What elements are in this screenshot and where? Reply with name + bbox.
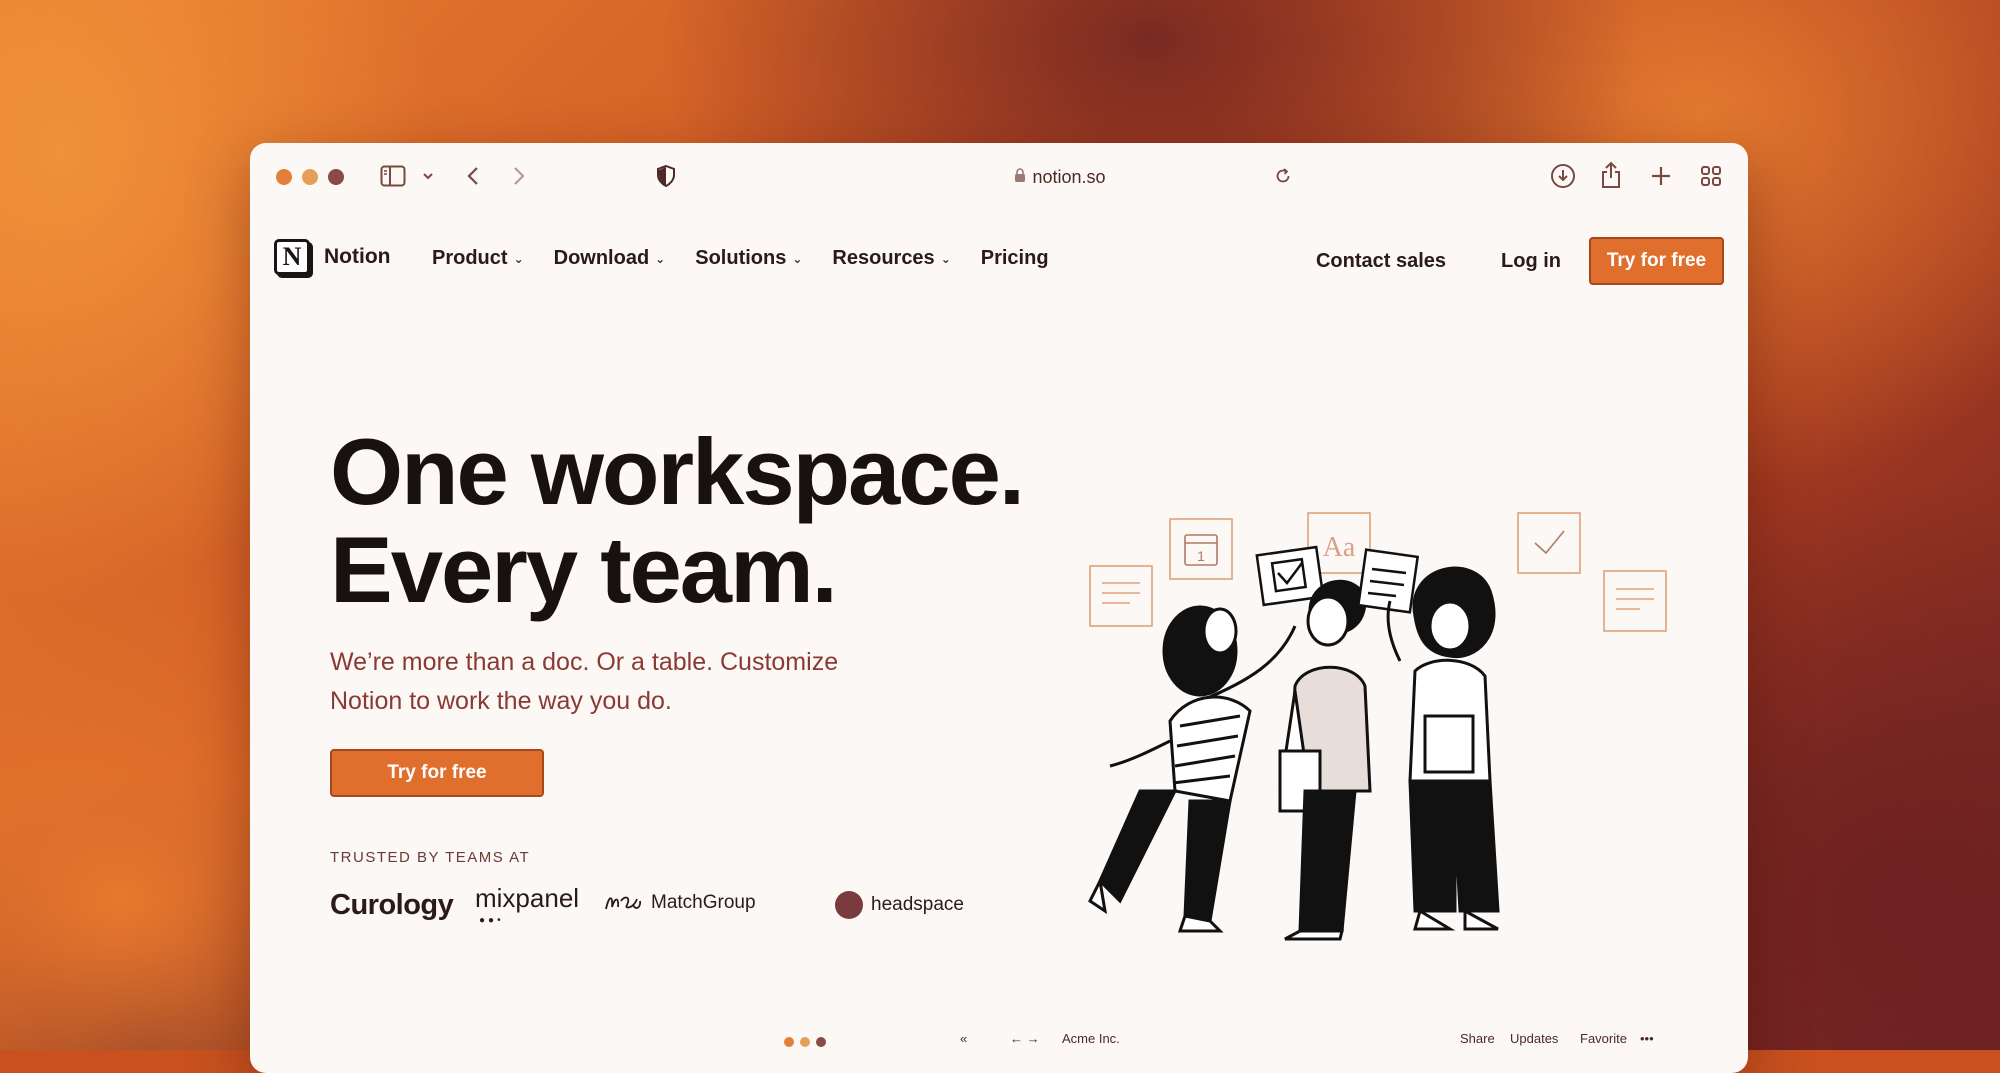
preview-minimize-dot xyxy=(800,1037,810,1047)
sidebar-icon[interactable] xyxy=(380,165,406,187)
brand-link[interactable]: N Notion xyxy=(274,239,390,275)
person-left xyxy=(1088,605,1297,933)
calendar-day: 1 xyxy=(1197,548,1205,564)
nav-item-label: Resources xyxy=(832,247,935,269)
curology-logo: Curology xyxy=(330,889,454,921)
nav-item-label: Solutions xyxy=(695,247,787,269)
held-doc-card xyxy=(1356,548,1420,614)
preview-favorite-label: Favorite xyxy=(1580,1031,1627,1046)
hero-subtitle: We’re more than a doc. Or a table. Custo… xyxy=(330,648,839,715)
mixpanel-dots-icon: ●●• xyxy=(479,915,504,926)
close-window-button[interactable] xyxy=(276,169,292,185)
tab-overview-icon[interactable] xyxy=(1700,165,1722,187)
headspace-logo-text: headspace xyxy=(871,894,964,915)
trusted-label: TRUSTED BY TEAMS AT xyxy=(330,849,531,866)
matchgroup-logo-text: MatchGroup xyxy=(651,892,756,913)
preview-zoom-dot xyxy=(816,1037,826,1047)
hero-title: One workspace. Every team. xyxy=(330,423,1110,619)
doc-card-right xyxy=(1603,570,1667,632)
url-text: notion.so xyxy=(1032,166,1106,187)
nav-item-label: Pricing xyxy=(980,247,1049,269)
lock-icon xyxy=(1014,167,1026,188)
collapse-sidebar-icon: « xyxy=(960,1031,968,1046)
forward-icon[interactable] xyxy=(512,165,526,187)
minimize-window-button[interactable] xyxy=(302,169,318,185)
address-bar[interactable]: notion.so xyxy=(950,163,1170,191)
preview-nav-arrows-icon: ← → xyxy=(1010,1031,1040,1046)
back-icon[interactable] xyxy=(466,165,480,187)
shield-icon[interactable] xyxy=(656,165,676,187)
headspace-logo: headspace xyxy=(835,891,964,919)
hero-illustration: Aa 1 xyxy=(1088,512,1667,941)
notion-logo: N xyxy=(274,239,310,275)
headspace-dot-icon xyxy=(835,891,863,919)
preview-close-dot xyxy=(784,1037,794,1047)
nav-item-product[interactable]: Product ⌄ xyxy=(432,247,524,270)
brand-name: Notion xyxy=(324,245,391,268)
chevron-down-icon: ⌄ xyxy=(513,251,524,266)
chevron-down-icon[interactable] xyxy=(422,171,434,181)
contact-sales-link[interactable]: Contact sales xyxy=(1316,250,1446,273)
nav-actions: Contact sales Log in Try for free xyxy=(1316,237,1724,285)
share-icon[interactable] xyxy=(1600,161,1622,189)
nav-item-pricing[interactable]: Pricing xyxy=(981,247,1049,270)
reload-icon[interactable] xyxy=(1274,167,1292,185)
nav-item-download[interactable]: Download ⌄ xyxy=(554,247,666,270)
doc-card-left xyxy=(1089,565,1153,627)
hero-title-line1: One workspace. xyxy=(330,419,1025,524)
download-icon[interactable] xyxy=(1550,163,1576,189)
check-card-right xyxy=(1517,512,1581,574)
nav-item-resources[interactable]: Resources ⌄ xyxy=(832,247,950,270)
preview-more-icon: ••• xyxy=(1640,1031,1654,1046)
preview-share-label: Share xyxy=(1460,1031,1495,1046)
person-middle xyxy=(1278,579,1372,941)
nav-item-solutions[interactable]: Solutions ⌄ xyxy=(695,247,802,270)
zoom-window-button[interactable] xyxy=(328,169,344,185)
person-right xyxy=(1386,566,1500,931)
site-nav: N Notion Product ⌄ Download ⌄ Solutions … xyxy=(250,237,1748,293)
browser-toolbar: notion.so xyxy=(250,143,1748,209)
chevron-down-icon: ⌄ xyxy=(792,251,803,266)
preview-workspace-name: Acme Inc. xyxy=(1062,1031,1120,1046)
browser-window: notion.so N Notion Product ⌄ Download ⌄ … xyxy=(250,143,1748,1073)
try-free-nav-button[interactable]: Try for free xyxy=(1589,237,1724,285)
chevron-down-icon: ⌄ xyxy=(940,251,951,266)
matchgroup-mark-icon xyxy=(605,896,642,910)
mixpanel-logo: mixpanel ●●• xyxy=(475,883,580,926)
text-card-glyph: Aa xyxy=(1323,532,1356,563)
preview-updates-label: Updates xyxy=(1510,1031,1559,1046)
hero-title-line2: Every team. xyxy=(330,517,838,622)
new-tab-icon[interactable] xyxy=(1650,165,1672,187)
login-link[interactable]: Log in xyxy=(1501,250,1561,273)
mixpanel-logo-text: mixpanel xyxy=(475,883,580,913)
nav-item-label: Download xyxy=(553,247,650,269)
matchgroup-logo: MatchGroup xyxy=(603,891,756,915)
nav-menu: Product ⌄ Download ⌄ Solutions ⌄ Resourc… xyxy=(432,247,1049,270)
try-free-hero-button[interactable]: Try for free xyxy=(330,749,544,797)
chevron-down-icon: ⌄ xyxy=(655,251,666,266)
nav-item-label: Product xyxy=(432,247,508,269)
